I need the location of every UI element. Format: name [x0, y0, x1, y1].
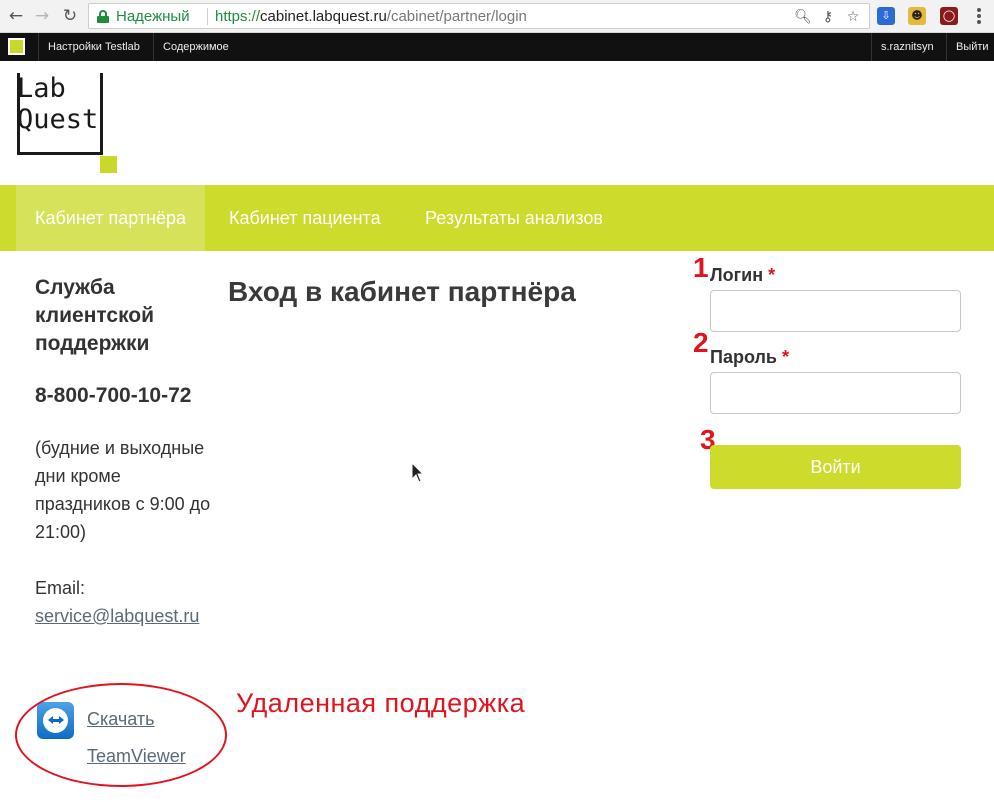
url-scheme: https://	[215, 8, 261, 25]
annotation-remote-support: Удаленная поддержка	[236, 688, 526, 718]
support-hours: (будние и выходные дни кроме праздников …	[35, 438, 211, 542]
admin-toolbar: Настройки Testlab Содержимое s.raznitsyn…	[0, 33, 994, 61]
admin-settings-link[interactable]: Настройки Testlab	[38, 33, 149, 61]
login-label: Логин *	[710, 265, 775, 286]
annotation-ellipse	[15, 683, 227, 787]
site-logo[interactable]: Lab Quest	[17, 73, 117, 173]
support-title: Служба клиентской поддержки	[35, 276, 155, 355]
download-extension-icon[interactable]: ⇩	[877, 7, 895, 25]
lock-icon[interactable]	[97, 10, 109, 23]
key-icon[interactable]: ⚷	[819, 8, 837, 26]
logo-line2: Quest	[17, 104, 99, 135]
tab-patient-cabinet[interactable]: Кабинет пациента	[210, 185, 400, 251]
support-email-link[interactable]: service@labquest.ru	[35, 606, 199, 626]
back-icon[interactable]: ←	[5, 5, 27, 27]
password-label-text: Пароль	[710, 347, 777, 367]
logo-text: Lab Quest	[17, 73, 98, 135]
login-label-text: Логин	[710, 265, 764, 285]
admin-logout-link[interactable]: Выйти	[946, 33, 994, 61]
admin-content-link[interactable]: Содержимое	[153, 33, 238, 61]
login-required-mark: *	[768, 265, 776, 285]
zoom-icon[interactable]: 🔍︎	[794, 8, 812, 26]
admin-user-link[interactable]: s.raznitsyn	[871, 33, 943, 61]
forward-icon[interactable]: →	[31, 5, 53, 27]
login-input[interactable]	[710, 290, 961, 332]
support-sidebar: Служба клиентской поддержки 8-800-700-10…	[35, 274, 215, 630]
mouse-cursor-icon	[411, 462, 425, 483]
star-icon[interactable]: ☆	[844, 8, 862, 26]
password-label: Пароль *	[710, 347, 789, 368]
tab-test-results[interactable]: Результаты анализов	[406, 185, 622, 251]
address-divider	[207, 8, 208, 25]
admin-logo-icon[interactable]	[8, 38, 25, 55]
url-text[interactable]: https://cabinet.labquest.ru/cabinet/part…	[215, 8, 527, 25]
ublock-extension-icon[interactable]: ◯	[940, 7, 958, 25]
annotation-step-1: 1	[693, 252, 709, 283]
support-phone: 8-800-700-10-72	[35, 384, 192, 407]
annotation-step-2: 2	[693, 327, 709, 358]
page-title: Вход в кабинет партнёра	[228, 276, 576, 307]
tab-partner-cabinet[interactable]: Кабинет партнёра	[16, 185, 206, 251]
password-input[interactable]	[710, 372, 961, 414]
address-bar[interactable]: Надежный https://cabinet.labquest.ru/cab…	[88, 3, 870, 29]
login-submit-button[interactable]: Войти	[710, 445, 961, 489]
url-host: cabinet.labquest.ru	[260, 8, 387, 25]
password-required-mark: *	[782, 347, 790, 367]
logo-square	[100, 156, 117, 173]
browser-toolbar: ← → ↻ Надежный https://cabinet.labquest.…	[0, 0, 994, 33]
menu-icon[interactable]	[972, 6, 986, 26]
main-nav: Кабинет партнёра Кабинет пациента Резуль…	[0, 185, 994, 251]
url-path: /cabinet/partner/login	[386, 8, 527, 25]
email-label: Email:	[35, 578, 86, 598]
face-extension-icon[interactable]: ☻	[908, 7, 926, 25]
secure-label[interactable]: Надежный	[116, 8, 190, 25]
reload-icon[interactable]: ↻	[59, 5, 81, 27]
logo-line1: Lab	[17, 73, 66, 104]
